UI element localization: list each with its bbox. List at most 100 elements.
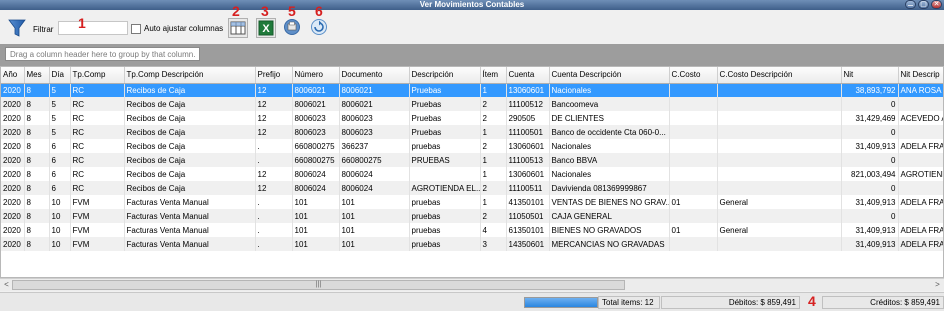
group-by-panel[interactable]: Drag a column header here to group by th… xyxy=(0,44,944,66)
column-chooser-button[interactable] xyxy=(228,18,248,38)
scroll-thumb[interactable]: ||| xyxy=(12,280,625,290)
print-button[interactable] xyxy=(283,18,303,38)
refresh-button[interactable] xyxy=(310,18,330,38)
table-cell: 0 xyxy=(841,153,899,167)
column-header[interactable]: Tp.Comp Descripción xyxy=(124,67,256,84)
table-row[interactable]: 2020 8 5 RC Recibos de Caja 12 8006023 8006023 P… xyxy=(1,125,943,139)
table-cell xyxy=(717,167,842,181)
table-cell: 5 xyxy=(49,97,71,111)
table-cell: 13060601 xyxy=(506,139,550,153)
table-cell: Nacionales xyxy=(549,83,670,97)
funnel-icon[interactable] xyxy=(8,18,26,38)
table-row[interactable]: 2020 8 5 RC Recibos de Caja 12 8006021 8006021 P… xyxy=(1,83,943,97)
table-cell: Recibos de Caja xyxy=(124,111,256,125)
table-row[interactable]: 2020 8 6 RC Recibos de Caja. 660800275 6608002… xyxy=(1,153,943,167)
table-cell xyxy=(898,97,943,111)
table-cell: Recibos de Caja xyxy=(124,181,256,195)
annotation-6: 6 xyxy=(315,3,323,19)
table-cell: 290505 xyxy=(506,111,550,125)
table-cell: General xyxy=(717,223,842,237)
table-cell: DE CLIENTES xyxy=(549,111,670,125)
table-cell: 3 xyxy=(480,237,507,251)
column-header[interactable]: Documento xyxy=(339,67,410,84)
window-title: Ver Movimientos Contables xyxy=(419,0,525,9)
scroll-right-arrow[interactable]: > xyxy=(931,279,944,291)
column-header[interactable]: Cuenta Descripción xyxy=(549,67,670,84)
total-items: Total items: 12 xyxy=(598,296,660,309)
table-cell xyxy=(409,167,481,181)
column-header[interactable]: Año xyxy=(1,67,25,84)
print-icon xyxy=(284,19,300,35)
table-cell: pruebas xyxy=(409,139,481,153)
table-cell: 8 xyxy=(24,125,50,139)
window-controls: ⚊ ▢ ✕ xyxy=(905,0,942,10)
table-cell: 101 xyxy=(292,223,340,237)
table-row[interactable]: 2020 8 5 RC Recibos de Caja 12 8006023 8006023 P… xyxy=(1,111,943,125)
table-cell: 12 xyxy=(255,167,293,181)
table-cell: 1 xyxy=(480,125,507,139)
column-header[interactable]: Cuenta xyxy=(506,67,550,84)
table-cell: 2 xyxy=(480,209,507,223)
table-cell: Recibos de Caja xyxy=(124,139,256,153)
table-cell: . xyxy=(255,195,293,209)
table-cell: 11050501 xyxy=(506,209,550,223)
table-cell xyxy=(669,153,718,167)
column-header[interactable]: Nit Descrip xyxy=(898,67,943,84)
table-row[interactable]: 2020 8 5 RC Recibos de Caja 12 8006021 8006021 P… xyxy=(1,97,943,111)
table-row[interactable]: 2020 8 10 FVM Facturas Venta Manual. 101 101 pr… xyxy=(1,209,943,223)
table-cell: 0 xyxy=(841,125,899,139)
table-cell: 2020 xyxy=(1,139,25,153)
table-row[interactable]: 2020 8 6 RC Recibos de Caja 12 8006024 8006024 A… xyxy=(1,181,943,195)
filter-label: Filtrar xyxy=(33,25,54,34)
table-cell: 31,429,469 xyxy=(841,111,899,125)
table-cell: FVM xyxy=(70,195,125,209)
table-cell: FVM xyxy=(70,223,125,237)
table-row[interactable]: 2020 8 6 RC Recibos de Caja. 660800275 366237 p… xyxy=(1,139,943,153)
column-header[interactable]: Prefijo xyxy=(255,67,293,84)
table-cell: 8 xyxy=(24,167,50,181)
column-header[interactable]: Día xyxy=(49,67,71,84)
table-cell: 2020 xyxy=(1,83,25,97)
table-cell: 660800275 xyxy=(292,153,340,167)
column-header[interactable]: Tp.Comp xyxy=(70,67,125,84)
table-cell: Pruebas xyxy=(409,111,481,125)
table-row[interactable]: 2020 8 10 FVM Facturas Venta Manual. 101 101 pr… xyxy=(1,223,943,237)
table-cell xyxy=(898,209,943,223)
data-grid[interactable]: Año Mes Día Tp.Comp Tp.Comp Descripción Prefi… xyxy=(0,66,944,278)
column-header[interactable]: C.Costo xyxy=(669,67,718,84)
table-cell: Pruebas xyxy=(409,97,481,111)
table-cell: RC xyxy=(70,97,125,111)
column-header[interactable]: Nit xyxy=(841,67,899,84)
table-cell: 8 xyxy=(24,195,50,209)
column-header[interactable]: C.Costo Descripción xyxy=(717,67,842,84)
annotation-5: 5 xyxy=(288,3,296,19)
table-cell: AGROTIENDA EL... xyxy=(409,181,481,195)
table-cell: 31,409,913 xyxy=(841,237,899,251)
filter-input[interactable] xyxy=(58,21,128,35)
maximize-button[interactable]: ▢ xyxy=(918,0,929,9)
column-header[interactable]: Ítem xyxy=(480,67,507,84)
table-cell: FVM xyxy=(70,237,125,251)
table-cell: 8006024 xyxy=(339,181,410,195)
table-cell: ADELA FRA xyxy=(898,223,943,237)
table-cell: 12 xyxy=(255,125,293,139)
table-cell: 1 xyxy=(480,83,507,97)
excel-export-button[interactable]: X xyxy=(256,18,276,38)
column-header[interactable]: Mes xyxy=(24,67,50,84)
column-header[interactable]: Número xyxy=(292,67,340,84)
table-cell: 2020 xyxy=(1,97,25,111)
table-cell xyxy=(717,125,842,139)
table-cell: 1 xyxy=(480,153,507,167)
table-row[interactable]: 2020 8 10 FVM Facturas Venta Manual. 101 101 pr… xyxy=(1,237,943,251)
table-cell: 31,409,913 xyxy=(841,223,899,237)
table-cell: 8006021 xyxy=(339,97,410,111)
table-row[interactable]: 2020 8 6 RC Recibos de Caja 12 8006024 8006024 1… xyxy=(1,167,943,181)
table-cell xyxy=(669,139,718,153)
column-header[interactable]: Descripción xyxy=(409,67,481,84)
auto-adjust-checkbox[interactable] xyxy=(131,24,141,34)
horizontal-scrollbar[interactable]: < ||| > xyxy=(0,278,944,291)
table-cell xyxy=(898,153,943,167)
minimize-button[interactable]: ⚊ xyxy=(905,0,916,9)
table-row[interactable]: 2020 8 10 FVM Facturas Venta Manual. 101 101 pr… xyxy=(1,195,943,209)
close-button[interactable]: ✕ xyxy=(931,0,942,9)
